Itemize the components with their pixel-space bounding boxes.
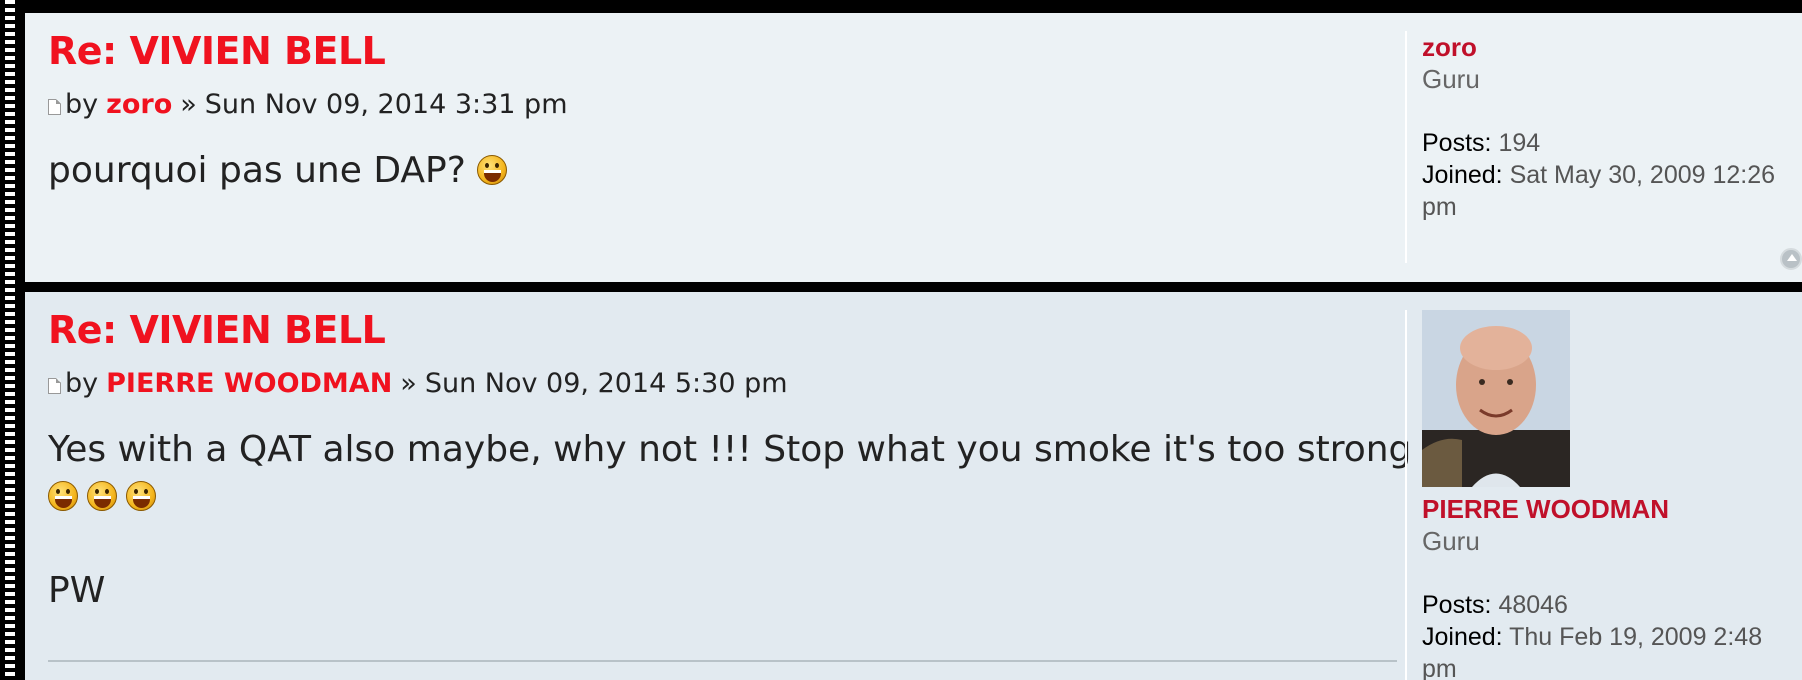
smiley-row xyxy=(48,473,1457,520)
post-icon[interactable] xyxy=(48,98,61,115)
laughing-smiley-icon xyxy=(48,481,78,511)
author-link[interactable]: zoro xyxy=(106,89,172,120)
author-profile: zoro Guru Posts: 194 Joined: Sat May 30,… xyxy=(1405,31,1785,263)
joined-date-cont: pm xyxy=(1422,193,1457,221)
profile-username-link[interactable]: PIERRE WOODMAN xyxy=(1422,493,1785,525)
profile-joined: Joined: Sat May 30, 2009 12:26 xyxy=(1422,159,1785,191)
joined-label: Joined: xyxy=(1422,623,1503,651)
laughing-smiley-icon xyxy=(126,481,156,511)
posts-count-link[interactable]: 194 xyxy=(1498,129,1540,157)
separator: » xyxy=(180,89,197,120)
content-text: Yes with a QAT also maybe, why not !!! S… xyxy=(48,429,1458,470)
by-label: by xyxy=(65,368,99,399)
content-text: pourquoi pas une DAP? xyxy=(48,150,466,191)
post-pierre-woodman: Re: VIVIEN BELL by PIERRE WOODMAN » Sun … xyxy=(25,292,1802,680)
profile-username-link[interactable]: zoro xyxy=(1422,31,1785,63)
post-content: pourquoi pas une DAP? xyxy=(48,147,516,194)
posts-label: Posts: xyxy=(1422,591,1492,619)
profile-posts: Posts: 48046 xyxy=(1422,589,1785,621)
profile-rank: Guru xyxy=(1422,64,1480,94)
joined-label: Joined: xyxy=(1422,161,1503,189)
joined-date-cont: pm xyxy=(1422,655,1457,680)
post-zoro: Re: VIVIEN BELL by zoro » Sun Nov 09, 20… xyxy=(25,13,1802,282)
joined-date: Thu Feb 19, 2009 2:48 xyxy=(1509,623,1763,651)
back-to-top-icon[interactable] xyxy=(1780,248,1802,270)
posts-label: Posts: xyxy=(1422,129,1492,157)
post-author-line: by PIERRE WOODMAN » Sun Nov 09, 2014 5:3… xyxy=(48,368,788,399)
profile-joined: Joined: Thu Feb 19, 2009 2:48 xyxy=(1422,621,1785,653)
separator: » xyxy=(400,368,417,399)
post-icon[interactable] xyxy=(48,377,61,394)
author-profile: PIERRE WOODMAN Guru Posts: 48046 Joined:… xyxy=(1405,310,1785,680)
post-content: Yes with a QAT also maybe, why not !!! S… xyxy=(48,426,1457,614)
post-date: Sun Nov 09, 2014 5:30 pm xyxy=(424,368,788,399)
post-date: Sun Nov 09, 2014 3:31 pm xyxy=(204,89,568,120)
laughing-smiley-icon xyxy=(477,155,508,185)
profile-joined-cont: pm xyxy=(1422,653,1785,680)
post-title-link[interactable]: Re: VIVIEN BELL xyxy=(48,29,386,73)
left-dashed-border xyxy=(0,0,20,680)
by-label: by xyxy=(65,89,99,120)
laughing-smiley-icon xyxy=(87,481,117,511)
profile-posts: Posts: 194 xyxy=(1422,127,1785,159)
signature-divider xyxy=(48,660,1397,662)
post-author-line: by zoro » Sun Nov 09, 2014 3:31 pm xyxy=(48,89,568,120)
joined-date: Sat May 30, 2009 12:26 xyxy=(1509,161,1776,189)
posts-count-link[interactable]: 48046 xyxy=(1498,591,1568,619)
avatar[interactable] xyxy=(1422,310,1570,487)
profile-joined-cont: pm xyxy=(1422,191,1785,223)
content-signoff: PW xyxy=(48,570,106,611)
profile-rank: Guru xyxy=(1422,526,1480,556)
post-title-link[interactable]: Re: VIVIEN BELL xyxy=(48,308,386,352)
author-link[interactable]: PIERRE WOODMAN xyxy=(106,368,392,399)
